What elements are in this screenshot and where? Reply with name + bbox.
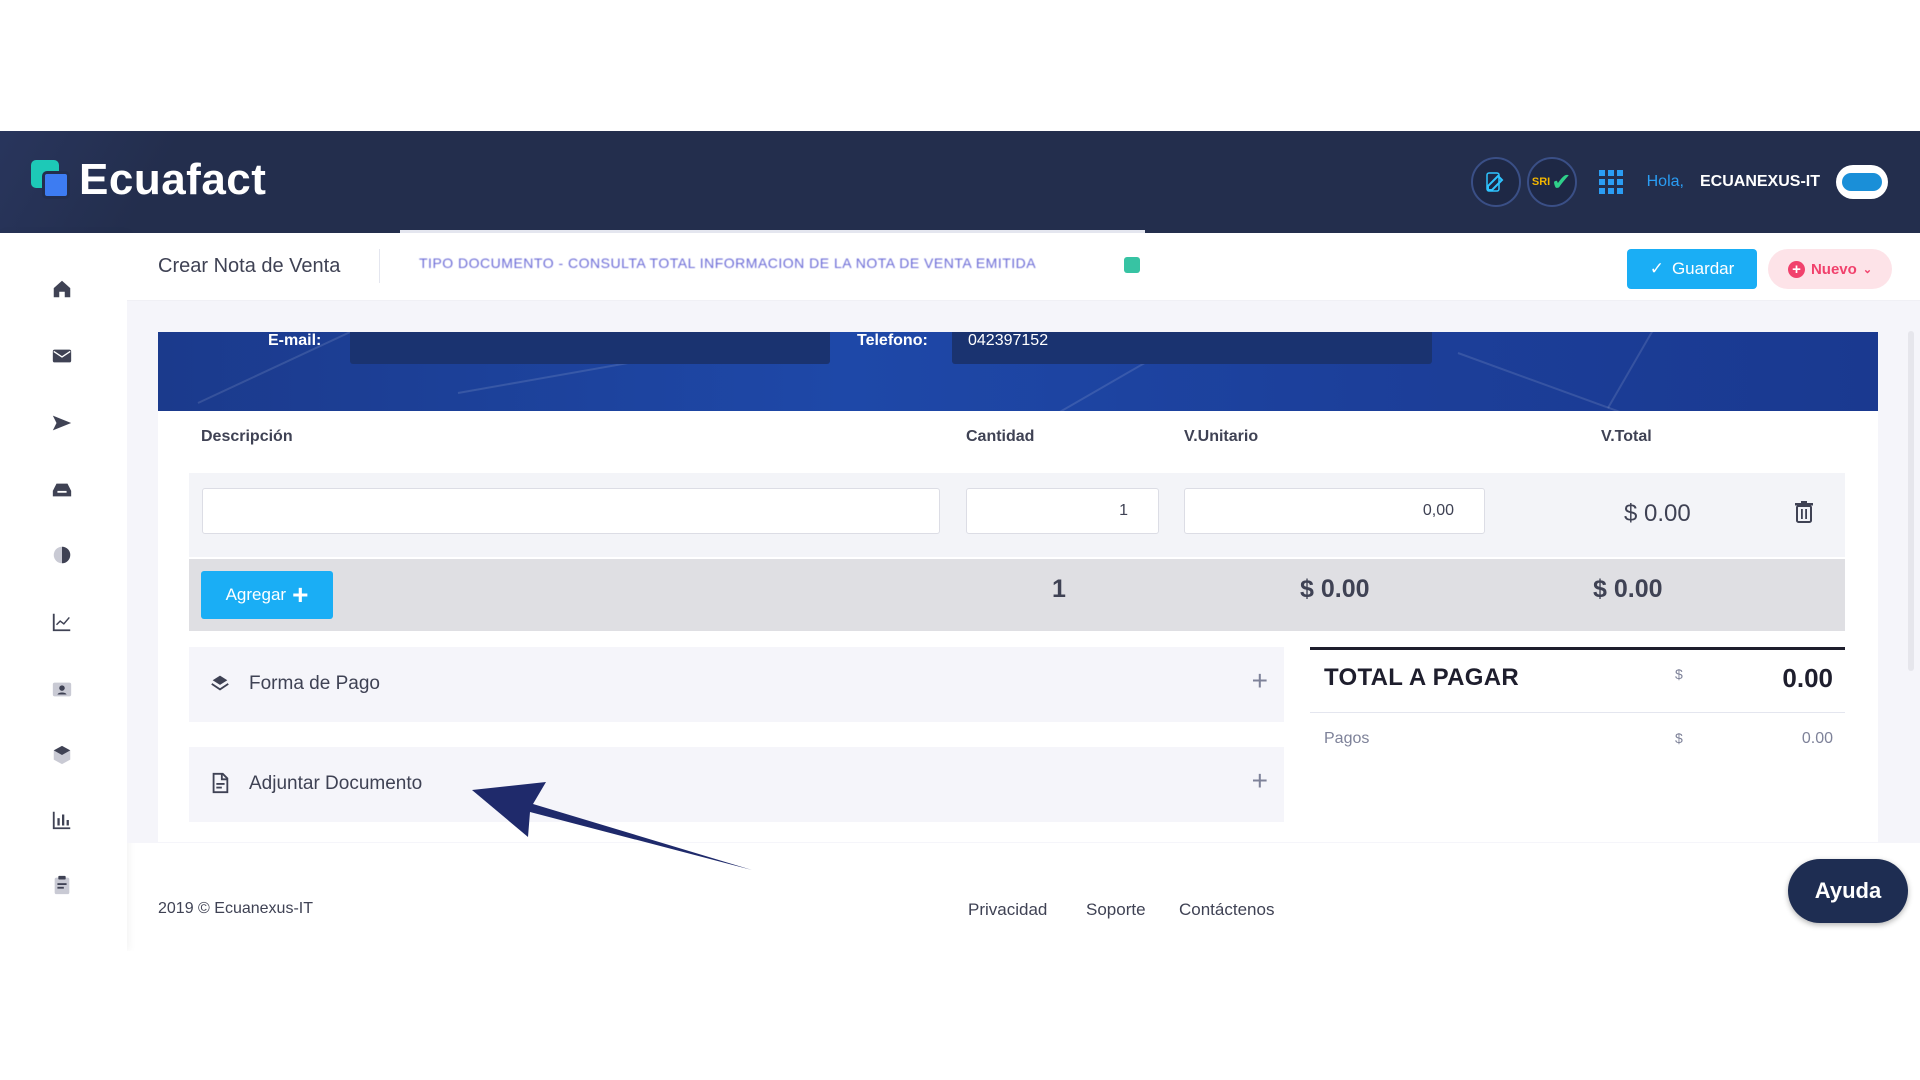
email-field[interactable]	[350, 332, 830, 364]
phone-field[interactable]: 042397152	[952, 332, 1432, 364]
payment-method-label: Forma de Pago	[249, 673, 380, 694]
quantity-input[interactable]: 1	[966, 488, 1159, 534]
logo-mark-icon	[31, 160, 71, 200]
info-badge-icon[interactable]	[1124, 257, 1140, 273]
invoice-card: E-mail: Telefono: 042397152 Descripción …	[158, 332, 1878, 842]
divider	[1310, 712, 1845, 713]
money-icon	[211, 675, 229, 691]
add-button-label: Agregar	[225, 585, 287, 604]
check-icon: ✔	[1551, 168, 1572, 196]
company-logo-icon	[1842, 173, 1882, 191]
mail-icon[interactable]	[50, 344, 74, 368]
main-content: E-mail: Telefono: 042397152 Descripción …	[127, 301, 1920, 843]
scrollbar[interactable]	[1908, 331, 1914, 851]
edit-document-button[interactable]	[1470, 157, 1521, 207]
support-link[interactable]: Soporte	[1086, 900, 1146, 920]
pie-chart-icon[interactable]	[50, 543, 74, 567]
check-icon: ✓	[1649, 259, 1664, 278]
bar-chart-icon[interactable]	[50, 808, 74, 832]
client-info-band: E-mail: Telefono: 042397152	[158, 332, 1878, 411]
row-total: $ 0.00	[1624, 500, 1691, 527]
new-button-label: Nuevo	[1810, 260, 1857, 278]
plus-icon: +	[292, 579, 309, 610]
title-separator	[379, 249, 380, 283]
sri-label: SRI	[1531, 176, 1551, 188]
save-button[interactable]: ✓ Guardar	[1627, 249, 1757, 289]
box-icon[interactable]	[50, 743, 74, 767]
table-row: 1 0,00 $ 0.00	[189, 473, 1845, 557]
expand-plus-icon[interactable]: +	[1252, 765, 1268, 797]
add-item-button[interactable]: Agregar +	[201, 571, 333, 619]
send-icon[interactable]	[50, 411, 74, 435]
clipboard-icon[interactable]	[50, 873, 74, 897]
username[interactable]: ECUANEXUS-IT	[1700, 173, 1820, 191]
currency-symbol: $	[1675, 666, 1683, 682]
contact-link[interactable]: Contáctenos	[1179, 900, 1274, 920]
document-info-text: TIPO DOCUMENTO - CONSULTA TOTAL INFORMAC…	[419, 255, 1037, 271]
privacy-link[interactable]: Privacidad	[968, 900, 1047, 920]
column-header-unit-price: V.Unitario	[1184, 428, 1259, 445]
column-header-total: V.Total	[1601, 428, 1652, 445]
total-unit-price: $ 0.00	[1300, 575, 1370, 603]
scroll-thumb[interactable]	[1908, 331, 1914, 671]
file-icon	[212, 772, 229, 794]
total-quantity: 1	[1052, 575, 1066, 603]
apps-grid-icon[interactable]	[1598, 170, 1623, 194]
payments-value: 0.00	[1801, 730, 1833, 747]
edit-icon	[1485, 172, 1504, 192]
save-button-label: Guardar	[1671, 259, 1735, 278]
payment-method-section[interactable]: Forma de Pago +	[189, 647, 1284, 722]
page-title: Crear Nota de Venta	[158, 255, 341, 277]
brand-logo[interactable]: Ecuafact	[31, 155, 267, 204]
inbox-icon[interactable]	[50, 478, 74, 502]
phone-label: Telefono:	[857, 332, 928, 349]
footer: 2019 © Ecuanexus-IT Privacidad Soporte C…	[127, 871, 1920, 931]
payment-summary: TOTAL A PAGAR $ 0.00 Pagos $ 0.00	[1310, 647, 1845, 797]
help-button[interactable]: Ayuda	[1788, 859, 1908, 923]
totals-row: Agregar + 1 $ 0.00 $ 0.00	[189, 559, 1845, 631]
line-chart-icon[interactable]	[50, 610, 74, 634]
chevron-down-icon: ⌄	[1862, 263, 1873, 276]
total-to-pay-label: TOTAL A PAGAR	[1324, 664, 1520, 691]
total-to-pay-value: 0.00	[1782, 663, 1833, 693]
avatar[interactable]	[1836, 165, 1888, 199]
payments-label: Pagos	[1324, 730, 1370, 747]
copyright-text: 2019 © Ecuanexus-IT	[158, 900, 313, 917]
attach-document-section[interactable]: Adjuntar Documento +	[189, 747, 1284, 822]
greeting-text: Hola,	[1646, 173, 1684, 190]
unit-price-input[interactable]: 0,00	[1184, 488, 1485, 534]
subheader: Crear Nota de Venta TIPO DOCUMENTO - CON…	[127, 233, 1920, 301]
contacts-icon[interactable]	[50, 677, 74, 701]
email-label: E-mail:	[268, 332, 322, 349]
sidebar	[0, 233, 127, 951]
header-toolbar: SRI ✔ Hola, ECUANEXUS-IT	[1470, 157, 1888, 207]
description-input[interactable]	[202, 488, 940, 534]
attach-document-label: Adjuntar Documento	[249, 773, 423, 794]
expand-plus-icon[interactable]: +	[1252, 665, 1268, 697]
plus-circle-icon: +	[1787, 260, 1805, 278]
new-dropdown-button[interactable]: + Nuevo ⌄	[1768, 249, 1892, 289]
app-window: Ecuafact SRI ✔ Hola, ECUANEXUS-IT Crear …	[0, 131, 1920, 951]
top-header: Ecuafact SRI ✔ Hola, ECUANEXUS-IT	[0, 131, 1920, 233]
sri-status-button[interactable]: SRI ✔	[1526, 157, 1577, 207]
column-header-quantity: Cantidad	[966, 428, 1035, 445]
brand-name: Ecuafact	[79, 155, 267, 204]
trash-icon[interactable]	[1795, 501, 1813, 523]
home-icon[interactable]	[50, 277, 74, 301]
payments-currency: $	[1675, 730, 1683, 746]
grand-total: $ 0.00	[1593, 575, 1663, 603]
column-header-description: Descripción	[201, 428, 293, 445]
